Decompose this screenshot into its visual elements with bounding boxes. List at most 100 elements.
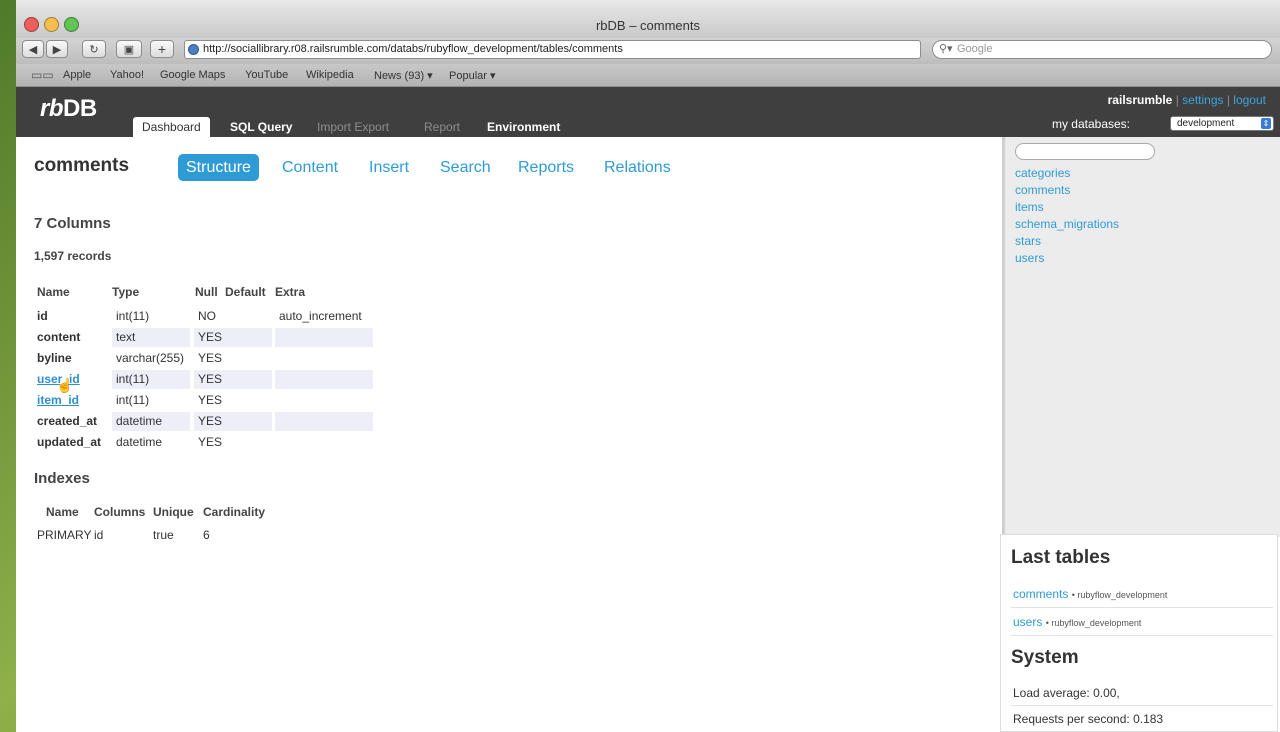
bookmark-popular[interactable]: Popular ▾ [449, 69, 496, 82]
sidebar-table-stars[interactable]: stars [1015, 234, 1041, 248]
search-field[interactable]: ⚲▾ Google [932, 40, 1272, 59]
address-text: http://sociallibrary.r08.railsrumble.com… [203, 43, 623, 55]
column-name: created_at [37, 414, 98, 428]
index-header-columns: Columns [94, 505, 146, 519]
address-bar[interactable]: http://sociallibrary.r08.railsrumble.com… [184, 40, 921, 59]
back-button[interactable]: ◀ [22, 40, 44, 58]
tab-report[interactable]: Report [424, 117, 460, 137]
column-type: int(11) [116, 372, 150, 386]
database-select[interactable]: development ⇕ [1170, 116, 1274, 131]
add-bookmark-button[interactable]: + [150, 40, 174, 58]
tab-environment[interactable]: Environment [487, 117, 560, 137]
window-title: rbDB – comments [595, 18, 701, 33]
table-filter-input[interactable] [1015, 143, 1155, 160]
sidebar-table-items[interactable]: items [1015, 200, 1044, 214]
load-average: Load average: 0.00, [1013, 686, 1120, 700]
divider [1011, 607, 1273, 608]
subtab-structure[interactable]: Structure [178, 154, 259, 181]
column-name: byline [37, 351, 72, 365]
column-type: datetime [116, 435, 163, 449]
settings-link[interactable]: settings [1182, 93, 1223, 107]
subtab-reports[interactable]: Reports [518, 154, 574, 181]
reload-button[interactable]: ↻ [82, 40, 106, 58]
column-null: YES [198, 330, 223, 344]
app-header: rbDB Dashboard SQL Query Import Export R… [16, 87, 1280, 137]
snapshot-icon: ▣ [123, 43, 135, 56]
index-header-unique: Unique [153, 505, 194, 519]
index-cardinality: 6 [203, 528, 210, 542]
tab-sql-query[interactable]: SQL Query [230, 117, 292, 137]
bookmark-wikipedia[interactable]: Wikipedia [306, 69, 354, 81]
column-null: YES [198, 393, 223, 407]
subtab-relations[interactable]: Relations [604, 154, 671, 181]
recent-table-link[interactable]: users [1013, 615, 1042, 629]
my-databases-label: my databases: [1051, 117, 1130, 131]
tab-dashboard[interactable]: Dashboard [133, 117, 210, 137]
forward-arrow-icon: ▶ [52, 43, 62, 56]
updown-arrows-icon: ⇕ [1261, 118, 1271, 129]
tab-import-export[interactable]: Import Export [317, 117, 389, 137]
records-count: 1,597 records [34, 249, 112, 263]
requests-per-second: Requests per second: 0.183 [1013, 712, 1164, 726]
system-heading: System [1011, 647, 1079, 668]
column-type: int(11) [116, 393, 150, 407]
last-tables-panel: Last tables comments • rubyflow_developm… [1000, 534, 1278, 732]
column-null: YES [198, 351, 223, 365]
snapback-button[interactable]: ▣ [116, 40, 142, 58]
col-header-name: Name [37, 285, 70, 299]
title-bar: rbDB – comments [16, 0, 1280, 39]
column-null: YES [198, 414, 223, 428]
column-null: YES [198, 435, 223, 449]
app-logo[interactable]: rbDB [40, 95, 97, 123]
logo-prefix: rb [40, 95, 64, 122]
index-unique: true [153, 528, 174, 542]
divider [1011, 705, 1273, 706]
recent-table-item: users • rubyflow_development [1013, 615, 1141, 629]
bookmarks-book-icon[interactable]: ▭▭ [31, 68, 54, 82]
bookmark-youtube[interactable]: YouTube [245, 69, 288, 81]
col-header-type: Type [112, 285, 140, 299]
logo-suffix: DB [63, 95, 97, 122]
index-header-cardinality: Cardinality [203, 505, 266, 519]
col-header-extra: Extra [275, 285, 306, 299]
column-name: updated_at [37, 435, 102, 449]
row-stripe [275, 328, 373, 347]
browser-toolbar: ◀ ▶ ↻ ▣ + http://sociallibrary.r08.rails… [16, 38, 1280, 64]
col-header-null: Null [195, 285, 218, 299]
recent-table-link[interactable]: comments [1013, 587, 1068, 601]
recent-table-schema: • rubyflow_development [1045, 618, 1142, 628]
index-columns: id [94, 528, 104, 542]
bookmark-news[interactable]: News (93) ▾ [374, 69, 433, 82]
column-name: content [37, 330, 81, 344]
sidebar-table-categories[interactable]: categories [1015, 166, 1070, 180]
last-tables-heading: Last tables [1011, 547, 1111, 568]
recent-table-item: comments • rubyflow_development [1013, 587, 1167, 601]
table-title: comments [34, 155, 130, 176]
subtab-search[interactable]: Search [440, 154, 491, 181]
column-type: text [116, 330, 136, 344]
index-name: PRIMARY [37, 528, 92, 542]
table-sidebar: categories comments items schema_migrati… [1002, 137, 1280, 537]
bookmark-apple[interactable]: Apple [63, 69, 91, 81]
divider [1011, 635, 1273, 636]
bookmark-yahoo[interactable]: Yahoo! [110, 69, 144, 81]
sidebar-table-schema-migrations[interactable]: schema_migrations [1015, 217, 1119, 231]
columns-heading: 7 Columns [34, 215, 111, 232]
row-stripe [275, 370, 373, 389]
sidebar-table-comments[interactable]: comments [1015, 183, 1070, 197]
sidebar-table-users[interactable]: users [1015, 251, 1044, 265]
logout-link[interactable]: logout [1233, 93, 1266, 107]
column-type: varchar(255) [116, 351, 185, 365]
bookmark-google-maps[interactable]: Google Maps [160, 69, 225, 81]
search-placeholder: Google [957, 43, 993, 55]
plus-icon: + [157, 41, 167, 57]
search-icon: ⚲▾ [939, 43, 953, 55]
globe-icon [188, 44, 199, 55]
reload-icon: ↻ [89, 43, 99, 56]
forward-button[interactable]: ▶ [46, 40, 68, 58]
subtab-insert[interactable]: Insert [369, 154, 409, 181]
indexes-heading: Indexes [34, 470, 90, 487]
database-select-value: development [1177, 118, 1235, 129]
subtab-content[interactable]: Content [282, 154, 338, 181]
column-null: NO [198, 309, 216, 323]
